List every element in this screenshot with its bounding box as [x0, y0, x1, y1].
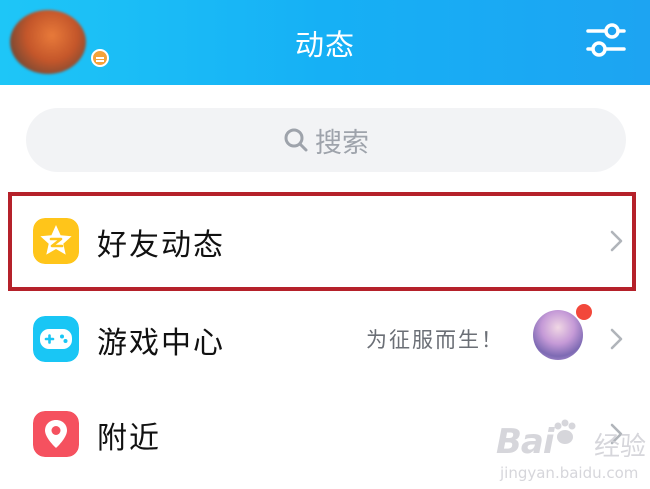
- page-title: 动态: [294, 28, 355, 62]
- watermark-brand: Bai: [496, 422, 555, 462]
- baidu-jingyan-watermark: Bai 经验 jingyan.baidu.com: [496, 418, 650, 489]
- gamepad-icon: [33, 316, 79, 362]
- location-pin-icon: [33, 411, 79, 457]
- search-icon: [284, 128, 308, 152]
- paw-icon: [554, 419, 576, 444]
- menu-item-label: 附近: [97, 421, 161, 456]
- search-bar[interactable]: 搜索: [26, 108, 626, 172]
- game-character-avatar: [533, 310, 583, 360]
- notification-dot: [576, 304, 592, 320]
- highlight-annotation-box: [8, 192, 636, 291]
- search-placeholder: 搜索: [315, 127, 369, 159]
- watermark-url: jingyan.baidu.com: [500, 464, 639, 482]
- top-bar: 动态: [0, 0, 650, 85]
- menu-item-label: 游戏中心: [97, 326, 225, 361]
- game-promo-text: 为征服而生！: [366, 328, 504, 352]
- menu-item-game-center[interactable]: 游戏中心 为征服而生！: [0, 294, 650, 386]
- chevron-right-icon: [610, 328, 623, 350]
- settings-sliders-icon[interactable]: [585, 22, 627, 58]
- watermark-brand-cn: 经验: [594, 432, 647, 462]
